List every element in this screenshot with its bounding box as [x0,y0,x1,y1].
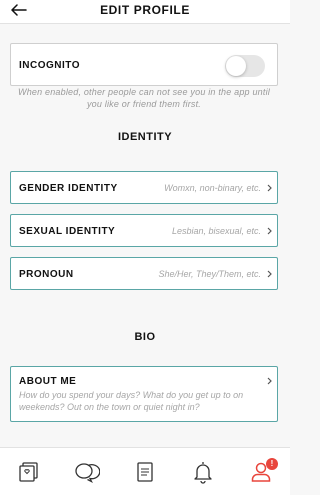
bio-section-title: BIO [134,331,156,343]
bottom-tab-bar: ! [0,447,290,495]
chat-bubbles-icon [75,463,100,483]
cards-icon [19,462,38,482]
gender-identity-placeholder: Womxn, non-binary, etc. [164,183,261,193]
chevron-right-icon [265,268,273,280]
incognito-hint: When enabled, other people can not see y… [18,87,270,109]
gender-identity-label: GENDER IDENTITY [19,183,118,194]
notification-badge: ! [266,458,278,470]
about-me-label: ABOUT ME [19,376,77,387]
page-title: EDIT PROFILE [100,3,190,17]
tab-cards[interactable] [0,448,58,495]
tab-document[interactable] [116,448,174,495]
pronoun-row[interactable]: PRONOUN She/Her, They/Them, etc. [10,257,278,290]
about-me-placeholder: How do you spend your days? What do you … [19,390,244,412]
sexual-identity-label: SEXUAL IDENTITY [19,226,116,237]
pronoun-placeholder: She/Her, They/Them, etc. [158,269,261,279]
tab-chat[interactable] [58,448,116,495]
tab-notifications[interactable] [174,448,232,495]
tab-profile[interactable]: ! [232,448,290,495]
document-icon [137,462,153,482]
chevron-right-icon [265,182,273,194]
bell-icon [194,462,212,484]
chevron-right-icon [265,225,273,237]
gender-identity-row[interactable]: GENDER IDENTITY Womxn, non-binary, etc. [10,171,278,204]
incognito-card: INCOGNITO [10,43,278,86]
toggle-knob [226,56,246,76]
about-me-row[interactable]: ABOUT ME How do you spend your days? Wha… [10,366,278,422]
pronoun-label: PRONOUN [19,269,74,280]
incognito-label: INCOGNITO [19,60,80,71]
identity-section-title: IDENTITY [117,131,173,143]
header: EDIT PROFILE [0,0,290,24]
sexual-identity-placeholder: Lesbian, bisexual, etc. [171,226,261,236]
incognito-toggle[interactable] [225,55,265,77]
chevron-right-icon [265,375,273,387]
sexual-identity-row[interactable]: SEXUAL IDENTITY Lesbian, bisexual, etc. [10,214,278,247]
